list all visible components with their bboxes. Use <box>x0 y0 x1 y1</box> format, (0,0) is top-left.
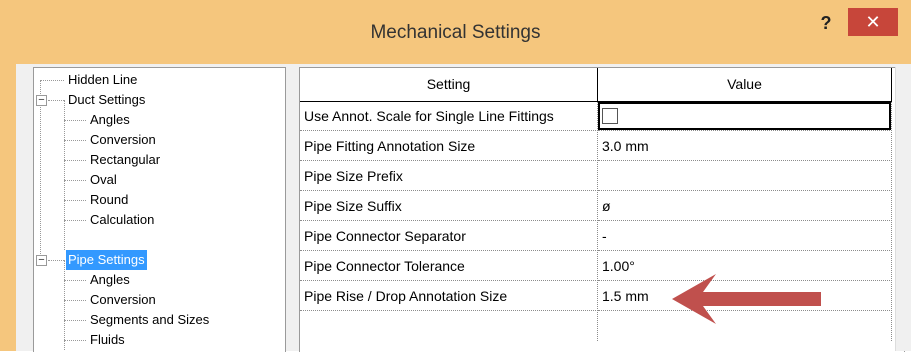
table-row[interactable]: Pipe Rise / Drop Annotation Size 1.5 mm <box>300 282 904 312</box>
tree-item-duct-settings[interactable]: − Duct Settings <box>34 90 274 110</box>
tree-item-oval[interactable]: Oval <box>64 170 264 190</box>
tree-item-round[interactable]: Round <box>64 190 264 210</box>
close-button[interactable]: ✕ <box>848 8 898 36</box>
tree-item-fluids[interactable]: Fluids <box>64 330 264 350</box>
table-row[interactable]: Pipe Connector Separator - <box>300 222 904 252</box>
vertical-scrollbar[interactable] <box>895 67 911 351</box>
settings-grid: Setting Value Use Annot. Scale for Singl… <box>299 67 905 352</box>
tree-item-pipe-angles[interactable]: Angles <box>64 270 264 290</box>
collapse-icon[interactable]: − <box>36 255 47 266</box>
setting-name: Pipe Size Prefix <box>300 162 598 191</box>
setting-value[interactable]: 1.00° <box>598 252 892 281</box>
collapse-icon[interactable]: − <box>36 95 47 106</box>
tree-item-rectangular[interactable]: Rectangular <box>64 150 264 170</box>
table-row[interactable]: Pipe Size Suffix ø <box>300 192 904 222</box>
window-title: Mechanical Settings <box>370 22 541 43</box>
tree-item-segments-and-sizes[interactable]: Segments and Sizes <box>64 310 274 330</box>
setting-value[interactable] <box>598 162 892 191</box>
column-header-value[interactable]: Value <box>598 68 892 102</box>
setting-name: Pipe Size Suffix <box>300 192 598 221</box>
grid-header: Setting Value <box>300 68 904 102</box>
table-row[interactable]: Pipe Connector Tolerance 1.00° <box>300 252 904 282</box>
setting-value[interactable]: - <box>598 222 892 251</box>
setting-name: Pipe Connector Tolerance <box>300 252 598 281</box>
help-button[interactable]: ? <box>812 10 840 36</box>
setting-name: Pipe Connector Separator <box>300 222 598 251</box>
setting-name <box>300 312 598 341</box>
setting-value[interactable] <box>598 102 892 131</box>
close-icon: ✕ <box>865 12 881 32</box>
settings-tree[interactable]: Hidden Line − Duct Settings Angles Conve… <box>33 67 286 352</box>
setting-name: Pipe Rise / Drop Annotation Size <box>300 282 598 311</box>
setting-name: Pipe Fitting Annotation Size <box>300 132 598 161</box>
tree-item-duct-conversion[interactable]: Conversion <box>64 130 264 150</box>
setting-value[interactable]: 1.5 mm <box>598 282 892 311</box>
table-row[interactable]: Pipe Fitting Annotation Size 3.0 mm <box>300 132 904 162</box>
column-header-setting[interactable]: Setting <box>300 68 598 102</box>
setting-value[interactable]: 3.0 mm <box>598 132 892 161</box>
setting-value[interactable] <box>598 312 892 341</box>
table-row[interactable] <box>300 312 904 342</box>
table-row[interactable]: Use Annot. Scale for Single Line Fitting… <box>300 102 904 132</box>
tree-item-duct-angles[interactable]: Angles <box>64 110 264 130</box>
tree-item-pipe-settings[interactable]: − Pipe Settings <box>34 250 274 270</box>
active-cell-border <box>598 102 891 130</box>
tree-item-pipe-conversion[interactable]: Conversion <box>64 290 264 310</box>
setting-name: Use Annot. Scale for Single Line Fitting… <box>300 102 598 131</box>
setting-value[interactable]: ø <box>598 192 892 221</box>
tree-item-calculation[interactable]: Calculation <box>64 210 264 230</box>
table-row[interactable]: Pipe Size Prefix <box>300 162 904 192</box>
title-bar: Mechanical Settings ? ✕ <box>0 0 911 60</box>
